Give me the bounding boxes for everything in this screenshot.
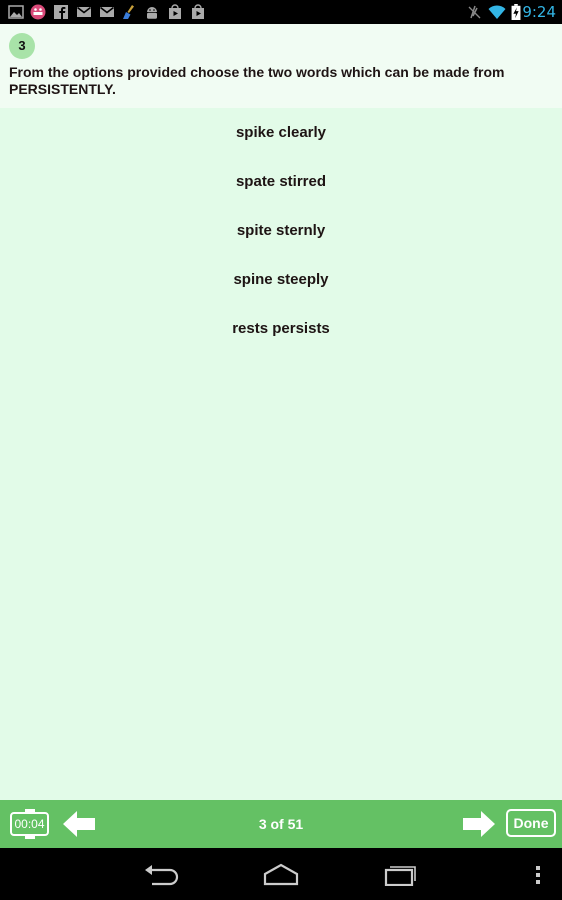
cleaner-icon — [123, 5, 134, 19]
status-bar: 9:24 — [0, 0, 562, 24]
quiz-toolbar: 3 of 51 00:04 Done — [0, 800, 562, 848]
answer-option[interactable]: rests persists — [0, 304, 562, 353]
android-icon — [147, 7, 157, 19]
gallery-icon — [8, 5, 24, 19]
question-number-badge: 3 — [9, 33, 35, 59]
recent-apps-icon[interactable] — [384, 862, 418, 886]
battery-charging-icon — [511, 4, 521, 20]
vibrate-off-icon — [468, 5, 481, 19]
question-panel: 3 From the options provided choose the t… — [0, 24, 562, 108]
facebook-icon — [54, 5, 68, 19]
face-app-icon — [30, 4, 46, 20]
quiz-content: 3 From the options provided choose the t… — [0, 24, 562, 800]
play-store-icon — [192, 4, 204, 19]
answer-option[interactable]: spike clearly — [0, 108, 562, 157]
gmail-icon — [77, 6, 91, 17]
answer-option[interactable]: spate stirred — [0, 157, 562, 206]
answer-option[interactable]: spite sternly — [0, 206, 562, 255]
navigation-bar — [0, 848, 562, 900]
done-button[interactable]: Done — [506, 809, 556, 837]
play-store-icon — [169, 4, 181, 19]
timer: 00:04 — [10, 809, 49, 839]
menu-icon[interactable] — [534, 862, 542, 886]
gmail-icon — [100, 6, 114, 17]
clock: 9:24 — [522, 3, 556, 21]
arrow-left-icon[interactable] — [63, 811, 95, 837]
answer-options: spike clearly spate stirred spite sternl… — [0, 108, 562, 353]
back-icon[interactable] — [144, 862, 180, 886]
question-text: From the options provided choose the two… — [9, 64, 505, 97]
wifi-icon — [488, 5, 506, 19]
answer-option[interactable]: spine steeply — [0, 255, 562, 304]
home-icon[interactable] — [263, 862, 299, 886]
arrow-right-icon[interactable] — [463, 811, 495, 837]
